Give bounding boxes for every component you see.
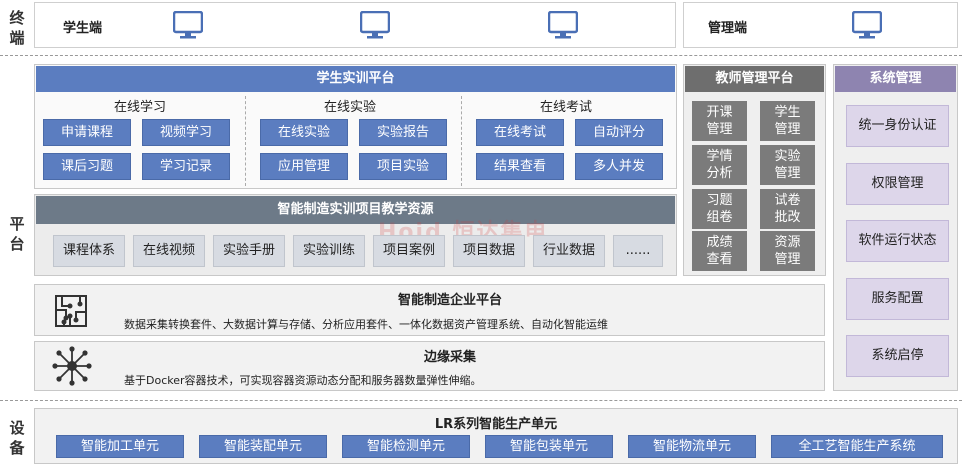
section-label-terminal-text: 终端 (9, 9, 25, 47)
resource-item-project-case[interactable]: 项目案例 (373, 235, 445, 267)
group-title-online-learning: 在线学习 (113, 100, 166, 115)
teacher-item-line: 管理 (706, 122, 733, 137)
video-learning-button[interactable]: 视频学习 (142, 119, 230, 146)
enterprise-platform-description: 数据采集转换套件、大数据计算与存储、分析应用套件、一体化数据资产管理系统、自动化… (124, 318, 608, 331)
teacher-item-course-management[interactable]: 开课 管理 (692, 101, 747, 141)
teacher-item-line: 习题 (706, 193, 733, 208)
learning-record-button[interactable]: 学习记录 (142, 153, 230, 180)
student-platform-title: 学生实训平台 (36, 66, 675, 92)
teacher-item-paper-grading[interactable]: 试卷 批改 (760, 189, 815, 229)
teacher-item-line: 试卷 (774, 193, 801, 208)
teacher-item-line: 组卷 (706, 210, 733, 225)
project-experiment-button[interactable]: 项目实验 (359, 153, 447, 180)
teacher-item-resource-management[interactable]: 资源 管理 (760, 231, 815, 271)
section-label-device: 设备 (6, 418, 28, 458)
homework-button[interactable]: 课后习题 (43, 153, 131, 180)
view-results-button[interactable]: 结果查看 (476, 153, 564, 180)
monitor-icon (360, 11, 390, 39)
teacher-item-line: 学情 (706, 149, 733, 164)
teacher-item-line: 学生 (774, 105, 801, 120)
student-terminal-bar: 学生端 (34, 2, 676, 48)
monitor-icon (852, 11, 882, 39)
resource-item-industry-data[interactable]: 行业数据 (533, 235, 605, 267)
teacher-item-student-management[interactable]: 学生 管理 (760, 101, 815, 141)
section-label-platform: 平台 (6, 214, 28, 254)
permission-management-button[interactable]: 权限管理 (846, 163, 949, 205)
identity-auth-button[interactable]: 统一身份认证 (846, 105, 949, 147)
system-management-title: 系统管理 (835, 66, 956, 92)
enterprise-platform-title: 智能制造企业平台 (397, 293, 502, 308)
group-divider (461, 96, 462, 186)
apply-course-button[interactable]: 申请课程 (43, 119, 131, 146)
unit-machining[interactable]: 智能加工单元 (56, 435, 184, 458)
teacher-item-line: 批改 (774, 210, 801, 225)
teacher-item-exercise-paper[interactable]: 习题 组卷 (692, 189, 747, 229)
resource-item-project-data[interactable]: 项目数据 (453, 235, 525, 267)
teacher-item-line: 管理 (774, 122, 801, 137)
auto-score-button[interactable]: 自动评分 (575, 119, 663, 146)
online-exam-button[interactable]: 在线考试 (476, 119, 564, 146)
resource-item-more[interactable]: ...... (613, 235, 663, 267)
service-config-button[interactable]: 服务配置 (846, 278, 949, 320)
teacher-item-experiment-management[interactable]: 实验 管理 (760, 145, 815, 185)
section-label-terminal: 终端 (6, 8, 28, 48)
student-terminal-label: 学生端 (63, 21, 103, 36)
resource-item-lab-manual[interactable]: 实验手册 (213, 235, 285, 267)
lr-units-title: LR系列智能生产单元 (434, 417, 558, 432)
unit-full-process[interactable]: 全工艺智能生产系统 (771, 435, 943, 458)
section-label-platform-text: 平台 (9, 215, 25, 253)
admin-terminal-label: 管理端 (708, 21, 748, 36)
teacher-item-line: 资源 (774, 235, 801, 250)
experiment-report-button[interactable]: 实验报告 (359, 119, 447, 146)
group-divider (245, 96, 246, 186)
online-experiment-button[interactable]: 在线实验 (260, 119, 348, 146)
teacher-item-line: 实验 (774, 149, 801, 164)
monitor-icon (173, 11, 203, 39)
multi-user-button[interactable]: 多人并发 (575, 153, 663, 180)
edge-collection-title: 边缘采集 (423, 350, 476, 365)
teacher-item-grade-view[interactable]: 成绩 查看 (692, 231, 747, 271)
unit-inspection[interactable]: 智能检测单元 (342, 435, 470, 458)
resource-item-course-system[interactable]: 课程体系 (53, 235, 125, 267)
teacher-item-line: 管理 (774, 166, 801, 181)
teacher-item-line: 开课 (706, 105, 733, 120)
software-status-button[interactable]: 软件运行状态 (846, 220, 949, 262)
resource-item-online-video[interactable]: 在线视频 (133, 235, 205, 267)
teacher-item-line: 成绩 (706, 235, 733, 250)
unit-packaging[interactable]: 智能包装单元 (485, 435, 613, 458)
section-label-device-text: 设备 (9, 419, 25, 457)
teacher-platform-title: 教师管理平台 (685, 66, 824, 92)
resources-title: 智能制造实训项目教学资源 (36, 196, 675, 224)
circuit-icon (55, 295, 87, 327)
admin-terminal-bar: 管理端 (683, 2, 958, 48)
group-title-online-experiment: 在线实验 (323, 100, 376, 115)
group-title-online-exam: 在线考试 (539, 100, 592, 115)
resource-item-lab-training[interactable]: 实验训练 (293, 235, 365, 267)
teacher-item-line: 查看 (706, 252, 733, 267)
app-management-button[interactable]: 应用管理 (260, 153, 348, 180)
teacher-item-line: 分析 (706, 166, 733, 181)
monitor-icon (548, 11, 578, 39)
teacher-item-learning-analysis[interactable]: 学情 分析 (692, 145, 747, 185)
system-start-stop-button[interactable]: 系统启停 (846, 335, 949, 377)
network-hub-icon (52, 346, 92, 386)
unit-logistics[interactable]: 智能物流单元 (628, 435, 756, 458)
teacher-item-line: 管理 (774, 252, 801, 267)
unit-assembly[interactable]: 智能装配单元 (199, 435, 327, 458)
edge-collection-description: 基于Docker容器技术，可实现容器资源动态分配和服务器数量弹性伸缩。 (124, 374, 482, 387)
divider-top (0, 55, 962, 56)
divider-bottom (0, 400, 962, 401)
